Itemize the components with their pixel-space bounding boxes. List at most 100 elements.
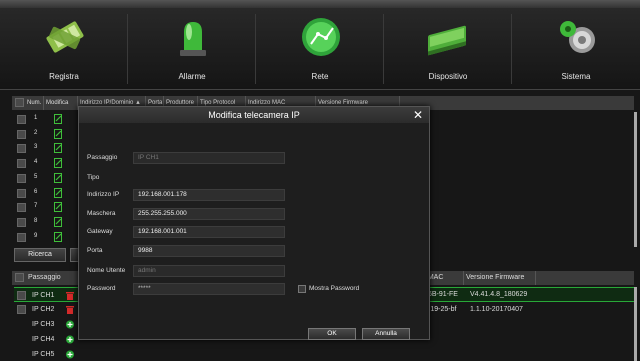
upper-scrollbar[interactable]: [634, 112, 637, 247]
top-nav: Registra Allarme Rete Dispositivo Sistem…: [0, 0, 640, 90]
table-row[interactable]: 8: [14, 215, 74, 230]
row-number: 7: [34, 203, 38, 210]
username-input: admin: [133, 265, 285, 277]
row-checkbox[interactable]: [17, 188, 26, 198]
channel-select-all-checkbox[interactable]: [15, 273, 24, 282]
nav-item-sistema[interactable]: Sistema: [512, 8, 640, 90]
mac-cell: 6B-91-FE: [428, 291, 458, 298]
nav-item-allarme[interactable]: Allarme: [128, 8, 256, 90]
ip-address-label: Indirizzo IP: [87, 191, 120, 198]
nav-item-rete[interactable]: Rete: [256, 8, 384, 90]
edit-icon[interactable]: [54, 128, 63, 139]
show-password-label: Mostra Password: [309, 285, 360, 292]
edit-icon[interactable]: [54, 187, 63, 198]
port-input[interactable]: 9988: [133, 245, 285, 257]
row-checkbox[interactable]: [17, 129, 26, 139]
channel-table-header-right: o MAC Versione Firmware: [420, 271, 634, 285]
close-icon[interactable]: ✕: [411, 108, 425, 122]
col-num[interactable]: Num.: [25, 96, 44, 110]
edit-icon[interactable]: [54, 114, 63, 124]
add-icon[interactable]: [66, 350, 74, 359]
table-row[interactable]: 1: [14, 112, 74, 127]
channel-row[interactable]: IP CH3: [14, 317, 84, 332]
row-checkbox[interactable]: [17, 159, 26, 169]
row-number: 4: [34, 159, 38, 166]
ok-button[interactable]: OK: [308, 328, 356, 340]
nav-item-dispositivo[interactable]: Dispositivo: [384, 8, 512, 90]
edit-icon[interactable]: [54, 143, 63, 154]
title-strip: [0, 0, 640, 8]
edit-icon[interactable]: [54, 158, 63, 169]
row-checkbox[interactable]: [17, 115, 26, 124]
table-row[interactable]: 2: [14, 127, 74, 142]
channel-name: IP CH3: [32, 321, 55, 328]
table-row[interactable]: 4: [14, 156, 74, 171]
table-row[interactable]: 6: [14, 186, 74, 201]
subnet-mask-input[interactable]: 255.255.255.000: [133, 208, 285, 220]
dialog-title-bar: Modifica telecamera IP: [79, 107, 429, 123]
row-checkbox[interactable]: [17, 144, 26, 154]
channel-row[interactable]: IP CH2: [14, 302, 84, 317]
firmware-cell: 1.1.10-20170407: [470, 306, 523, 313]
cancel-button[interactable]: Annulla: [362, 328, 410, 340]
gateway-input[interactable]: 192.168.001.001: [133, 226, 285, 238]
show-password-checkbox[interactable]: [298, 285, 306, 293]
col-firmware-right[interactable]: Versione Firmware: [464, 271, 536, 285]
mac-cell: -19-25-bf: [428, 306, 457, 313]
row-number: 5: [34, 173, 38, 180]
filmstrip-icon: [46, 21, 84, 53]
row-checkbox[interactable]: [17, 203, 26, 213]
edit-icon[interactable]: [54, 202, 63, 213]
lower-scrollbar[interactable]: [634, 287, 637, 361]
nav-label-allarme: Allarme: [178, 72, 206, 81]
nav-label-dispositivo: Dispositivo: [428, 72, 468, 81]
row-number: 8: [34, 217, 38, 224]
hard-drive-icon: [428, 25, 466, 56]
channel-name: IP CH2: [32, 306, 55, 313]
col-modifica[interactable]: Modifica: [44, 96, 78, 110]
row-number: 2: [34, 129, 38, 136]
row-number: 3: [34, 144, 38, 151]
add-icon[interactable]: [66, 320, 74, 329]
channel-name: IP CH5: [32, 351, 55, 358]
firmware-cell: V4.41.4.8_180629: [470, 291, 528, 298]
table-row[interactable]: 7: [14, 200, 74, 215]
channel-row[interactable]: IP CH5: [14, 347, 84, 361]
edit-icon[interactable]: [54, 216, 63, 227]
port-label: Porta: [87, 247, 103, 254]
row-number: 9: [34, 232, 38, 239]
password-label: Password: [87, 285, 116, 292]
select-all-checkbox[interactable]: [15, 98, 24, 107]
trash-icon[interactable]: [66, 305, 74, 314]
channel-row[interactable]: IP CH4: [14, 332, 84, 347]
channel-label: Passaggio: [87, 154, 118, 161]
row-checkbox[interactable]: [17, 217, 26, 227]
edit-icon[interactable]: [54, 231, 63, 242]
nav-item-registra[interactable]: Registra: [0, 8, 128, 90]
type-label: Tipo: [87, 174, 100, 181]
table-row[interactable]: 3: [14, 141, 74, 156]
subnet-mask-label: Maschera: [87, 210, 116, 217]
row-checkbox[interactable]: [17, 232, 26, 242]
table-row[interactable]: 9: [14, 230, 74, 245]
add-icon[interactable]: [66, 335, 74, 344]
row-checkbox[interactable]: [17, 305, 26, 314]
row-checkbox[interactable]: [17, 291, 26, 300]
channel-name: IP CH1: [32, 292, 55, 299]
row-number: 1: [34, 115, 38, 121]
edit-ip-camera-dialog: Modifica telecamera IP ✕ Passaggio IP CH…: [78, 106, 430, 340]
nvr-app: Registra Allarme Rete Dispositivo Sistem…: [0, 0, 640, 361]
network-globe-icon: [302, 18, 340, 56]
nav-label-sistema: Sistema: [561, 72, 591, 81]
table-row[interactable]: 5: [14, 171, 74, 186]
trash-icon[interactable]: [66, 291, 74, 300]
row-checkbox[interactable]: [17, 173, 26, 183]
gateway-label: Gateway: [87, 228, 113, 235]
ip-address-input[interactable]: 192.168.001.178: [133, 189, 285, 201]
gears-icon: [560, 21, 595, 53]
edit-icon[interactable]: [54, 172, 63, 183]
search-button[interactable]: Ricerca: [14, 248, 66, 262]
siren-icon: [180, 22, 206, 56]
password-input[interactable]: *****: [133, 283, 285, 295]
nav-label-rete: Rete: [311, 72, 329, 81]
